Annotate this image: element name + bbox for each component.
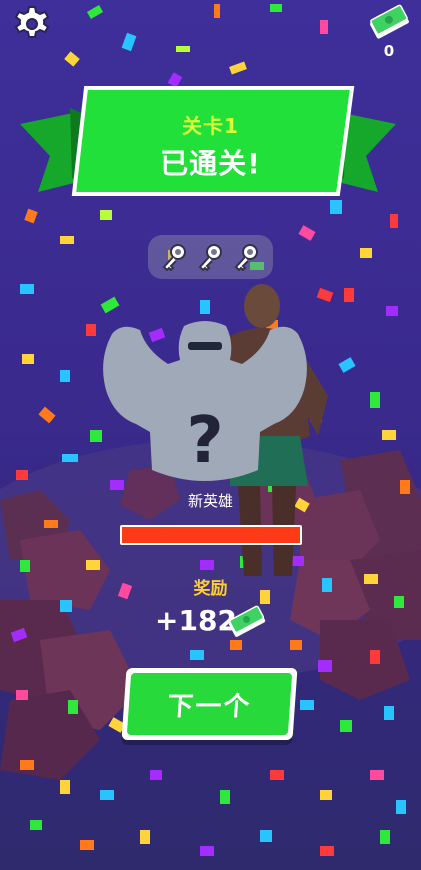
new-hero-label: 新英雄: [187, 492, 233, 510]
hero-unlock-progress-bar: [120, 525, 302, 545]
next-button[interactable]: 下一个: [121, 668, 298, 740]
key-icon: [162, 244, 186, 272]
reward-amount: +182: [155, 604, 237, 637]
key-icon: [198, 244, 222, 272]
next-button-label: 下一个: [166, 692, 253, 722]
keys-collected: [148, 235, 273, 279]
mystery-bodybuilder-icon: ?: [103, 321, 307, 481]
reward-label: 奖励: [193, 579, 228, 599]
cash-stack-icon: [370, 4, 409, 39]
level-complete-title: 已通关!: [160, 147, 261, 180]
gear-icon[interactable]: [12, 4, 52, 44]
level-label: 关卡1: [182, 114, 239, 138]
svg-text:?: ?: [186, 404, 223, 478]
cash-stack-icon: [229, 605, 266, 637]
cash-count: 0: [383, 42, 395, 60]
key-icon: [234, 244, 258, 272]
level-complete-screen: ? 0 关卡1 已通关! 新英雄 奖励 +182 下一个: [0, 0, 421, 870]
